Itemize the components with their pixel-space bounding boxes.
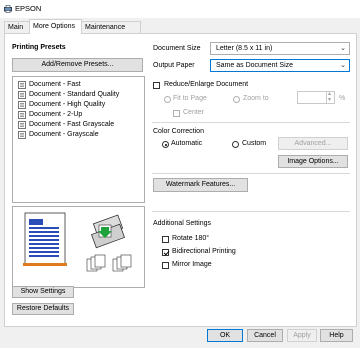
custom-label: Custom <box>242 140 267 147</box>
add-remove-presets-button[interactable]: Add/Remove Presets... <box>12 58 143 72</box>
center-checkbox[interactable] <box>173 110 180 117</box>
automatic-label: Automatic <box>171 140 203 147</box>
chevron-down-icon: ⌄ <box>340 62 346 69</box>
mirror-image-label: Mirror Image <box>172 261 212 268</box>
help-button[interactable]: Help <box>320 329 353 342</box>
zoom-percent-spinner[interactable]: ▴ ▾ <box>297 91 335 104</box>
divider <box>152 122 350 123</box>
center-label: Center <box>183 109 205 116</box>
title-bar: EPSON <box>0 0 360 18</box>
reduce-enlarge-label: Reduce/Enlarge Document <box>164 81 249 88</box>
color-correction-heading: Color Correction <box>153 128 204 135</box>
divider <box>152 173 350 174</box>
presets-heading: Printing Presets <box>12 44 66 51</box>
preset-label: Document - Fast Grayscale <box>29 121 115 128</box>
tab-maintenance[interactable]: Maintenance <box>81 21 141 33</box>
ok-button[interactable]: OK <box>207 329 243 342</box>
cancel-button[interactable]: Cancel <box>247 329 283 342</box>
output-paper-label: Output Paper <box>153 62 195 69</box>
document-icon <box>18 101 26 109</box>
document-icon <box>18 111 26 119</box>
bidirectional-printing-checkbox[interactable] <box>162 249 169 256</box>
custom-radio[interactable] <box>232 141 239 148</box>
document-icon <box>18 81 26 89</box>
document-size-label: Document Size <box>153 45 201 52</box>
additional-settings-heading: Additional Settings <box>153 220 211 227</box>
fit-to-page-label: Fit to Page <box>173 95 207 102</box>
spin-down-icon: ▾ <box>328 97 332 103</box>
document-icon <box>18 121 26 129</box>
chevron-down-icon: ⌄ <box>340 45 346 52</box>
percent-label: % <box>339 95 346 102</box>
spinner-arrows[interactable]: ▴ ▾ <box>326 91 334 103</box>
output-paper-value: Same as Document Size <box>216 62 294 69</box>
print-preview <box>12 206 145 288</box>
divider <box>152 211 350 212</box>
zoom-to-label: Zoom to <box>243 95 269 102</box>
preset-label: Document - 2-Up <box>29 111 83 118</box>
reduce-enlarge-checkbox[interactable] <box>153 82 160 89</box>
presets-list: Document - Fast Document - Standard Qual… <box>12 76 145 203</box>
watermark-features-button[interactable]: Watermark Features... <box>153 178 248 192</box>
apply-button[interactable]: Apply <box>287 329 317 342</box>
tab-main[interactable]: Main <box>4 21 30 33</box>
tab-more-options[interactable]: More Options <box>29 19 82 34</box>
preset-label: Document - High Quality <box>29 101 106 108</box>
automatic-radio[interactable] <box>162 141 169 148</box>
show-settings-button[interactable]: Show Settings <box>12 286 74 298</box>
printer-app-icon <box>4 5 12 13</box>
image-options-button[interactable]: Image Options... <box>278 155 348 168</box>
zoom-to-radio[interactable] <box>233 96 240 103</box>
preset-label: Document - Grayscale <box>29 131 99 138</box>
preset-label: Document - Standard Quality <box>29 91 120 98</box>
document-icon <box>18 131 26 139</box>
advanced-button[interactable]: Advanced... <box>278 137 348 150</box>
document-icon <box>18 91 26 99</box>
document-size-select[interactable]: Letter (8.5 x 11 in) ⌄ <box>210 42 350 55</box>
preset-label: Document - Fast <box>29 81 81 88</box>
document-size-value: Letter (8.5 x 11 in) <box>216 45 273 52</box>
window-title: EPSON <box>15 4 42 13</box>
page-preview-illustration <box>23 212 132 272</box>
bidirectional-printing-label: Bidirectional Printing <box>172 248 236 255</box>
fit-to-page-radio[interactable] <box>164 96 171 103</box>
restore-defaults-button[interactable]: Restore Defaults <box>12 303 74 315</box>
rotate-checkbox[interactable] <box>162 236 169 243</box>
output-paper-select[interactable]: Same as Document Size ⌄ <box>210 59 350 72</box>
rotate-label: Rotate 180° <box>172 235 210 242</box>
mirror-image-checkbox[interactable] <box>162 262 169 269</box>
